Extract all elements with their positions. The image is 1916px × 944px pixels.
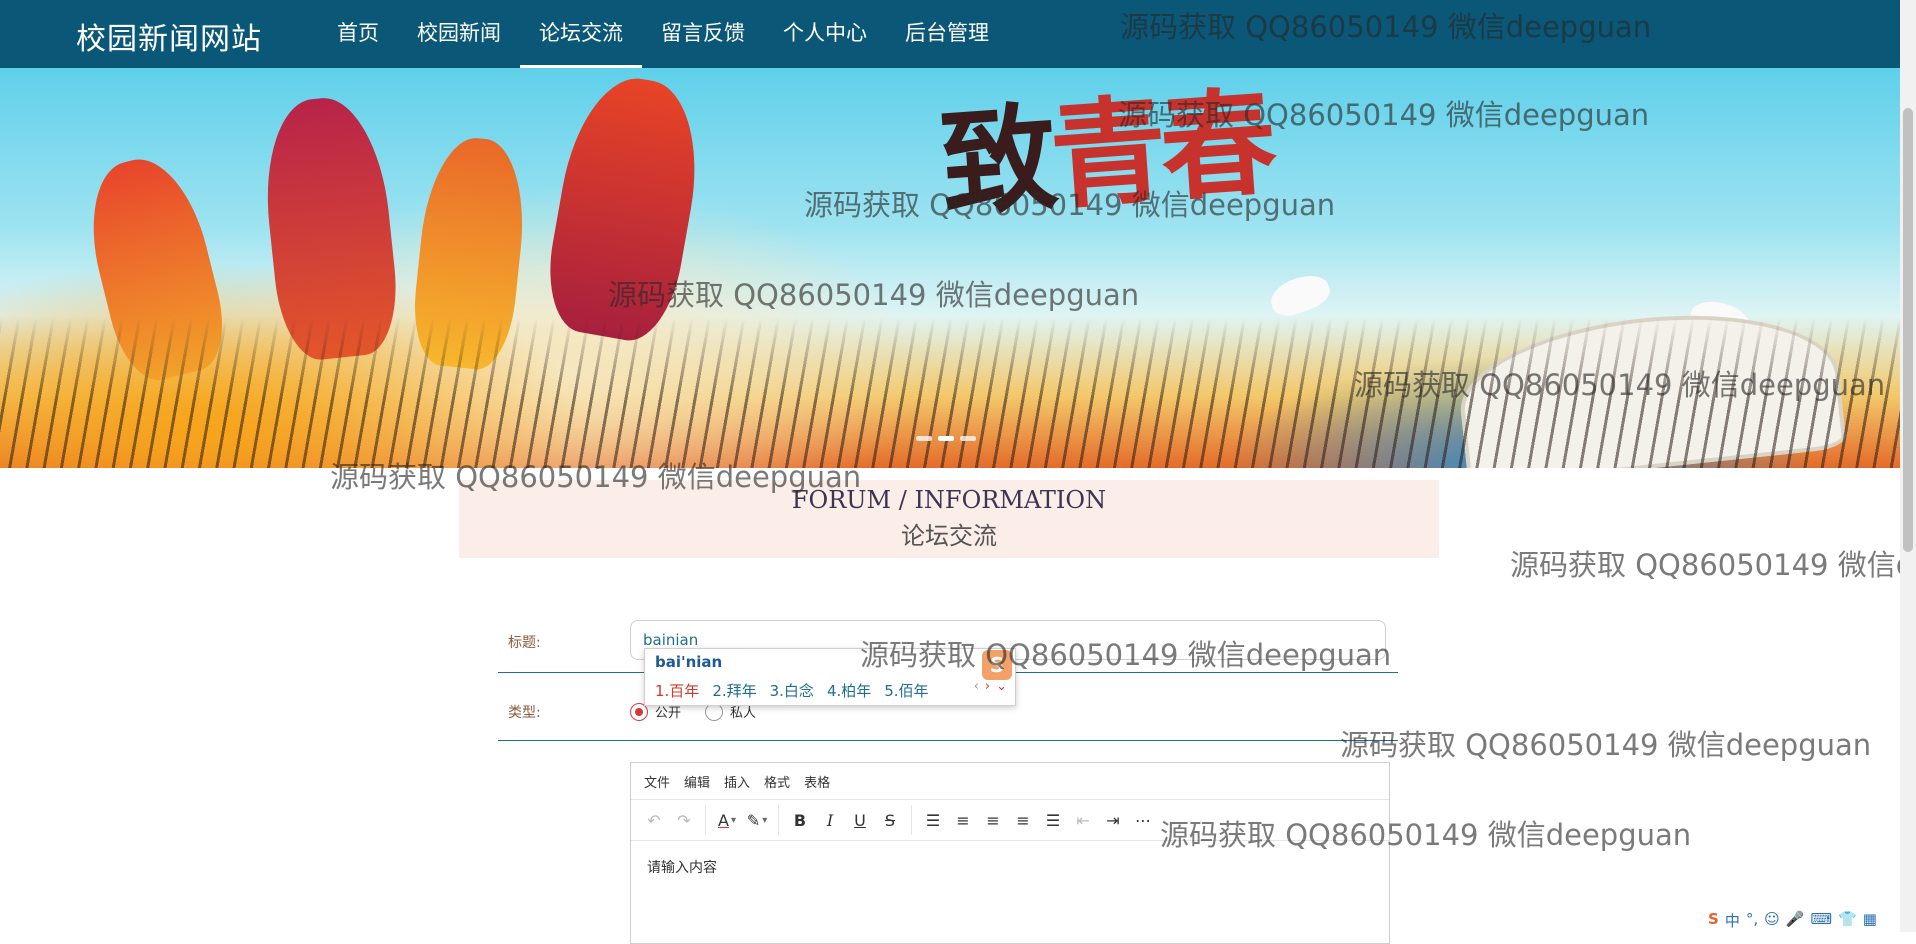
emoji-icon[interactable]: ☺ — [1764, 910, 1780, 931]
undo-icon[interactable]: ↶ — [639, 805, 669, 835]
editor-menu-insert[interactable]: 插入 — [724, 772, 750, 791]
align-center-icon[interactable]: ≡ — [978, 805, 1008, 835]
ime-composition: bai'nian — [655, 653, 723, 671]
ime-candidate[interactable]: 5.佰年 — [884, 680, 928, 701]
text-color-icon[interactable]: A ▾ — [712, 805, 742, 835]
carousel-dot[interactable] — [916, 436, 932, 441]
skin-icon[interactable]: 👕 — [1838, 910, 1857, 931]
italic-icon[interactable]: I — [815, 805, 845, 835]
editor-menu-file[interactable]: 文件 — [644, 772, 670, 791]
nav-item-feedback[interactable]: 留言反馈 — [642, 0, 764, 68]
align-right-icon[interactable]: ≡ — [1008, 805, 1038, 835]
section-title-en: FORUM / INFORMATION — [791, 486, 1107, 514]
banner-title-char: 致 — [936, 89, 1056, 234]
banner-title: 致青春 — [935, 68, 1276, 239]
hero-banner: 致青春 — [0, 68, 1900, 468]
main-nav: 首页 校园新闻 论坛交流 留言反馈 个人中心 后台管理 — [318, 0, 1008, 68]
ime-tray: S 中 °, ☺ 🎤 ⌨ 👕 ▦ — [1708, 910, 1877, 931]
nav-item-home[interactable]: 首页 — [318, 0, 398, 68]
indent-icon[interactable]: ⇥ — [1098, 805, 1128, 835]
title-label: 标题: — [508, 635, 541, 651]
nav-item-forum[interactable]: 论坛交流 — [520, 0, 642, 68]
ime-logo-icon: S — [982, 650, 1012, 680]
editor-menubar: 文件 编辑 插入 格式 表格 — [631, 763, 1389, 800]
top-nav-bar: 校园新闻网站 首页 校园新闻 论坛交流 留言反馈 个人中心 后台管理 — [0, 0, 1900, 68]
ime-prev-icon[interactable]: ‹ — [974, 679, 979, 694]
editor-content[interactable]: 请输入内容 — [631, 841, 1389, 893]
punctuation-icon[interactable]: °, — [1746, 910, 1758, 931]
page-scrollbar[interactable] — [1900, 0, 1916, 932]
banner-figure — [538, 68, 712, 348]
editor-menu-edit[interactable]: 编辑 — [684, 772, 710, 791]
watermark-text: 源码获取 QQ86050149 微信deepguan — [1510, 548, 1900, 582]
section-header: FORUM / INFORMATION 论坛交流 — [459, 480, 1439, 558]
content-editor: 文件 编辑 插入 格式 表格 ↶ ↷ A ▾ ✎ ▾ B I U S ☰ ≡ ≡ ≡… — [630, 762, 1390, 944]
chinese-mode-icon[interactable]: 中 — [1725, 910, 1740, 931]
editor-menu-format[interactable]: 格式 — [764, 772, 790, 791]
ime-controls: ‹ › ⌄ — [974, 679, 1007, 694]
ime-candidate-popup: bai'nian 1.百年 2.拜年 3.白念 4.柏年 5.佰年 ‹ › ⌄ — [644, 648, 1016, 706]
editor-menu-table[interactable]: 表格 — [804, 772, 830, 791]
ime-expand-icon[interactable]: ⌄ — [996, 679, 1007, 694]
ime-candidate[interactable]: 3.白念 — [770, 680, 814, 701]
ime-candidate[interactable]: 4.柏年 — [827, 680, 871, 701]
banner-grass — [0, 318, 1900, 468]
watermark-text: 源码获取 QQ86050149 微信deepguan — [1340, 728, 1872, 762]
outdent-icon[interactable]: ⇤ — [1068, 805, 1098, 835]
ime-candidate[interactable]: 1.百年 — [655, 680, 699, 701]
bold-icon[interactable]: B — [785, 805, 815, 835]
align-left-icon[interactable]: ≡ — [948, 805, 978, 835]
banner-title-char: 青 — [1046, 82, 1166, 226]
nav-item-campus-news[interactable]: 校园新闻 — [398, 0, 520, 68]
highlight-color-icon[interactable]: ✎ ▾ — [742, 805, 779, 835]
carousel-dot[interactable] — [938, 436, 954, 441]
ime-candidate[interactable]: 2.拜年 — [712, 680, 756, 701]
microphone-icon[interactable]: 🎤 — [1786, 910, 1805, 931]
carousel-indicators — [916, 436, 976, 441]
ime-next-icon[interactable]: › — [985, 679, 990, 694]
toolbox-icon[interactable]: ▦ — [1863, 910, 1877, 931]
keyboard-icon[interactable]: ⌨ — [1810, 910, 1832, 931]
dove-image — [1265, 268, 1335, 322]
carousel-dot[interactable] — [960, 436, 976, 441]
redo-icon[interactable]: ↷ — [669, 805, 706, 835]
sogou-icon[interactable]: S — [1708, 910, 1719, 931]
section-title-cn: 论坛交流 — [901, 522, 997, 550]
nav-item-profile[interactable]: 个人中心 — [764, 0, 886, 68]
more-icon[interactable]: ⋯ — [1128, 805, 1158, 835]
align-justify-icon[interactable]: ☰ — [1038, 805, 1068, 835]
editor-toolbar: ↶ ↷ A ▾ ✎ ▾ B I U S ☰ ≡ ≡ ≡ ☰ ⇤ ⇥ ⋯ — [631, 800, 1389, 841]
strikethrough-icon[interactable]: S — [875, 805, 912, 835]
scrollbar-thumb[interactable] — [1903, 108, 1913, 552]
nav-item-admin[interactable]: 后台管理 — [886, 0, 1008, 68]
line-height-icon[interactable]: ☰ — [918, 805, 948, 835]
underline-icon[interactable]: U — [845, 805, 875, 835]
site-logo[interactable]: 校园新闻网站 — [76, 14, 262, 58]
type-label: 类型: — [508, 705, 541, 721]
banner-title-char: 春 — [1155, 74, 1276, 218]
ime-candidate-list: 1.百年 2.拜年 3.白念 4.柏年 5.佰年 — [655, 680, 942, 701]
